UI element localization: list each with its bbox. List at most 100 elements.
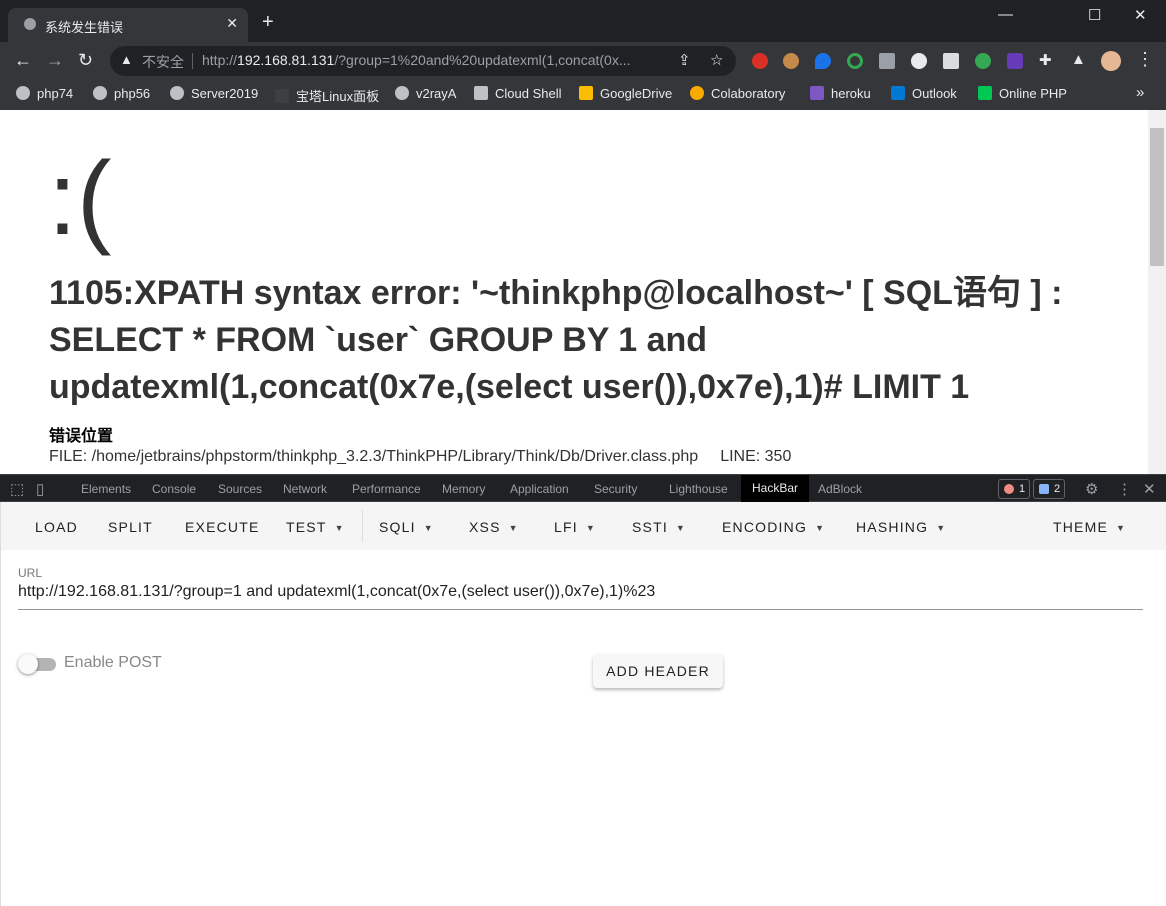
inspect-element-icon[interactable]: ⬚	[10, 480, 24, 498]
bookmark-item[interactable]: Outlook	[891, 86, 957, 101]
globe-icon	[170, 86, 184, 100]
message-icon	[1039, 484, 1049, 494]
extension-stop-icon[interactable]	[752, 53, 768, 69]
globe-icon	[24, 18, 36, 30]
error-count-badge[interactable]: 1	[998, 479, 1031, 499]
xss-menu[interactable]: XSS ▼	[469, 519, 519, 535]
browser-tab[interactable]: 系统发生错误 ✕	[8, 8, 248, 42]
forward-icon[interactable]: →	[46, 50, 64, 70]
warning-icon[interactable]: ▲	[120, 52, 133, 67]
encoding-menu[interactable]: ENCODING ▼	[722, 519, 825, 535]
bookmark-item[interactable]: php74	[16, 86, 73, 101]
devtools-tabbar: ⬚ ▯ Elements Console Sources Network Per…	[0, 474, 1166, 502]
extension-flask-icon[interactable]: ▲	[1071, 51, 1087, 68]
split-button[interactable]: SPLIT	[108, 519, 153, 535]
address-bar[interactable]: ▲ 不安全 http://192.168.81.131/?group=1%20a…	[110, 46, 736, 76]
enable-post-toggle[interactable]	[18, 654, 56, 674]
browser-toolbar: ← → ↻ ▲ 不安全 http://192.168.81.131/?group…	[0, 42, 1166, 80]
error-line: LINE: 350	[720, 448, 792, 465]
devtools-tab-memory[interactable]: Memory	[442, 482, 485, 496]
bookmark-item[interactable]: v2rayA	[395, 86, 456, 101]
device-toolbar-icon[interactable]: ▯	[36, 480, 44, 498]
error-file: FILE: /home/jetbrains/phpstorm/thinkphp_…	[49, 448, 699, 465]
new-tab-button[interactable]: +	[262, 12, 274, 32]
extension-cookie-icon[interactable]	[783, 53, 799, 69]
menu-kebab-icon[interactable]: ⋮	[1136, 49, 1154, 69]
bookmark-star-icon[interactable]: ☆	[710, 51, 723, 69]
extension-location-icon[interactable]	[815, 53, 831, 69]
sqli-menu[interactable]: SQLI ▼	[379, 519, 434, 535]
load-button[interactable]: LOAD	[35, 519, 78, 535]
toggle-knob[interactable]	[18, 654, 38, 674]
bookmark-item[interactable]: Colaboratory	[690, 86, 785, 101]
hackbar-panel: LOAD SPLIT EXECUTE TEST ▼ SQLI ▼ XSS ▼ LFI ▼…	[0, 502, 1166, 906]
settings-gear-icon[interactable]: ⚙	[1085, 480, 1098, 498]
error-message: 1105:XPATH syntax error: '~thinkphp@loca…	[49, 274, 1063, 406]
page-scrollbar[interactable]	[1148, 110, 1166, 474]
caret-down-icon: ▼	[815, 523, 826, 533]
message-count-badge[interactable]: 2	[1033, 479, 1066, 499]
bookmark-item[interactable]: heroku	[810, 86, 871, 101]
devtools-tab-adblock[interactable]: AdBlock	[818, 482, 862, 496]
profile-avatar[interactable]	[1101, 51, 1121, 71]
test-menu[interactable]: TEST ▼	[286, 519, 345, 535]
extension-doc-icon[interactable]	[943, 53, 959, 69]
title-bar: 系统发生错误 ✕ + — ☐ ✕	[0, 0, 1166, 42]
bt-icon	[275, 89, 289, 103]
scrollbar-thumb[interactable]	[1150, 128, 1164, 266]
lfi-menu[interactable]: LFI ▼	[554, 519, 596, 535]
devtools-tab-application[interactable]: Application	[510, 482, 569, 496]
address-url[interactable]: http://192.168.81.131/?group=1%20and%20u…	[202, 52, 631, 68]
bookmark-item[interactable]: Cloud Shell	[474, 86, 562, 101]
shell-icon	[978, 86, 992, 100]
back-icon[interactable]: ←	[14, 50, 32, 70]
url-scheme: http://	[202, 52, 238, 68]
theme-menu[interactable]: THEME ▼	[1053, 519, 1126, 535]
caret-down-icon: ▼	[508, 523, 519, 533]
extension-gear-icon[interactable]	[975, 53, 991, 69]
bookmark-item[interactable]: Server2019	[170, 86, 258, 101]
execute-button[interactable]: EXECUTE	[185, 519, 260, 535]
minimize-icon[interactable]: —	[998, 6, 1013, 23]
caret-down-icon: ▼	[334, 523, 345, 533]
devtools-tab-performance[interactable]: Performance	[352, 482, 421, 496]
devtools-tab-sources[interactable]: Sources	[218, 482, 262, 496]
url-input[interactable]	[18, 583, 1143, 610]
add-header-button[interactable]: ADD HEADER	[593, 654, 723, 688]
extension-image-icon[interactable]	[879, 53, 895, 69]
devtools-menu-icon[interactable]: ⋮	[1117, 480, 1132, 498]
close-window-icon[interactable]: ✕	[1134, 6, 1147, 24]
enable-post-label: Enable POST	[64, 654, 162, 671]
maximize-icon[interactable]: ☐	[1088, 6, 1101, 24]
bookmark-item[interactable]: php56	[93, 86, 150, 101]
bookmark-item[interactable]: Online PHP	[978, 86, 1067, 101]
extension-cube-icon[interactable]	[1007, 53, 1023, 69]
share-icon[interactable]: ⇪	[678, 51, 691, 69]
insecure-label[interactable]: 不安全	[142, 52, 184, 72]
reload-icon[interactable]: ↻	[78, 50, 93, 70]
ssti-menu[interactable]: SSTI ▼	[632, 519, 686, 535]
devtools-close-icon[interactable]: ✕	[1143, 480, 1156, 498]
bookmark-item[interactable]: 宝塔Linux面板	[275, 86, 379, 105]
bookmarks-overflow-icon[interactable]: »	[1136, 84, 1144, 101]
extension-cloud-icon[interactable]	[911, 53, 927, 69]
error-location: FILE: /home/jetbrains/phpstorm/thinkphp_…	[49, 448, 791, 466]
globe-icon	[395, 86, 409, 100]
outlook-icon	[891, 86, 905, 100]
devtools-tab-lighthouse[interactable]: Lighthouse	[669, 482, 728, 496]
url-label: URL	[18, 566, 43, 580]
devtools-tab-console[interactable]: Console	[152, 482, 196, 496]
tab-close-icon[interactable]: ✕	[226, 15, 238, 32]
devtools-tab-hackbar[interactable]: HackBar	[741, 475, 810, 502]
caret-down-icon: ▼	[1116, 523, 1127, 533]
devtools-tab-elements[interactable]: Elements	[81, 482, 131, 496]
caret-down-icon: ▼	[585, 523, 596, 533]
devtools-tab-security[interactable]: Security	[594, 482, 637, 496]
bookmark-item[interactable]: GoogleDrive	[579, 86, 672, 101]
hashing-menu[interactable]: HASHING ▼	[856, 519, 946, 535]
devtools-tab-network[interactable]: Network	[283, 482, 327, 496]
omnibox-divider	[192, 53, 193, 69]
colab-icon	[690, 86, 704, 100]
extension-ring-icon[interactable]	[847, 53, 863, 69]
extensions-puzzle-icon[interactable]: ✚	[1039, 51, 1055, 69]
